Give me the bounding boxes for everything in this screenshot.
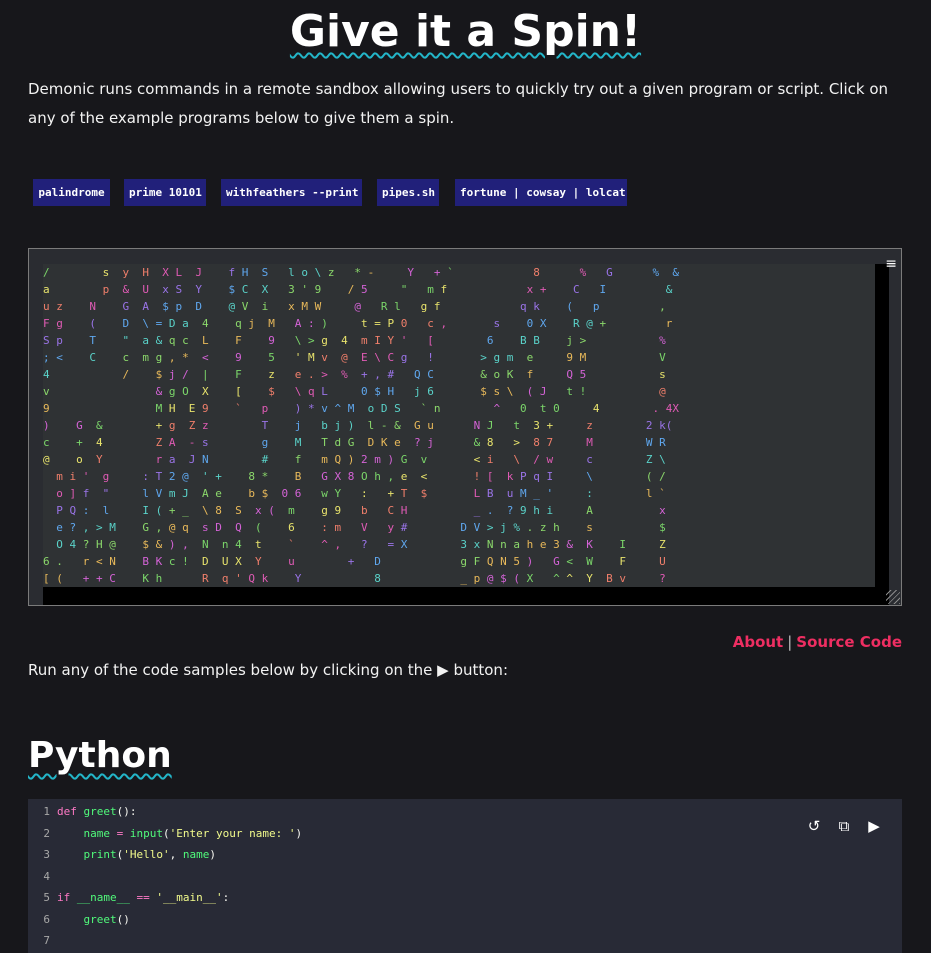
example-button-withfeathers[interactable]: withfeathers --print [221,179,362,206]
code-line: 2 name = input('Enter your name: ') [28,823,788,844]
example-button-palindrome[interactable]: palindrome [33,179,110,206]
terminal-line: v & g O X [ $ \ q L 0 $ H j 6 $ s \ ( J … [43,385,666,398]
code-editor[interactable]: 1 def greet(): 2 name = input('Enter your … [28,799,902,953]
reset-icon[interactable]: ↺ [804,816,824,836]
terminal-line: ; < C c m g , * < 9 5 ' M v @ E \ C g ! … [43,351,666,364]
terminal-line: @ o Y r a J N # f m Q ) 2 m ) G v < i \ … [43,453,666,466]
source-code-link[interactable]: Source Code [796,633,902,651]
terminal-line: m i ' g : T 2 @ ' + 8 * B G X 8 O h , e … [56,470,666,483]
line-number: 4 [43,869,50,883]
terminal-scrollbar[interactable]: ≡ [885,249,901,605]
page-title-text: Give it a Spin! [289,6,642,57]
terminal-line: o ] f " l V m J A e b $ 0 6 w Y : + T $ … [56,487,666,500]
terminal-line: 6 . r < N B K c ! D U X Y u + D g F Q N … [43,555,666,568]
about-link[interactable]: About [733,633,784,651]
terminal-line: 4 / $ j / | F z e . > % + , # Q C & o K … [43,368,666,381]
run-hint-text: Run any of the code samples below by cli… [28,661,508,679]
terminal-line: u z N G A $ p D @ V i x M W @ R l g f q … [43,300,666,313]
terminal-line: c + 4 Z A - s g M T d G D K e ? j & 8 > … [43,436,666,449]
code-line: 3 print('Hello', name) [28,844,788,865]
resize-handle-icon[interactable] [886,590,900,604]
page-title: Give it a Spin! [0,4,931,60]
terminal-line: F g ( D \ = D a 4 q j M A : ) t = P 0 c … [43,317,673,330]
terminal-line: S p T " a & q c L F 9 \ > g 4 m I Y ' [ … [43,334,666,347]
line-number: 6 [43,912,50,926]
example-button-pipes[interactable]: pipes.sh [377,179,439,206]
example-button-fortune[interactable]: fortune | cowsay | lolcat [455,179,627,206]
example-button-prime[interactable]: prime 10101 [124,179,206,206]
code-line: 4 [28,866,788,887]
line-number: 2 [43,826,50,840]
section-title-python: Python [28,732,172,780]
play-icon[interactable]: ▶ [864,816,884,836]
terminal-output[interactable]: / s y H X L J f H S l o \ z * - Y + ` 8 … [43,264,875,587]
terminal-line: e ? , > M G , @ q s D Q ( 6 : m V y # D … [56,521,666,534]
terminal-window[interactable]: / s y H X L J f H S l o \ z * - Y + ` 8 … [28,248,902,606]
line-number: 3 [43,848,50,861]
code-line: 6 greet() [28,909,788,930]
line-number: 1 [43,805,50,818]
page: Give it a Spin! Demonic runs commands in… [0,0,931,953]
terminal-right-edge [875,264,889,587]
terminal-line: / s y H X L J f H S l o \ z * - Y + ` 8 … [43,266,679,279]
terminal-line: ) G & + g Z z T j b j ) l - & G u N J t … [43,419,673,432]
code-line: 1 def greet(): [28,801,788,822]
link-separator: | [787,633,793,651]
terminal-bottom-edge [43,587,889,605]
terminal-line: O 4 ? H @ $ & ) , N n 4 t ` ^ , ? = X 3 … [56,538,666,551]
line-number: 5 [43,891,50,904]
code-line: 5 if __name__ == '__main__': [28,887,788,908]
terminal-line: [ ( + + C K h R q ' Q k Y 8 _ p @ $ ( X … [43,572,666,585]
terminal-line: P Q : l I ( + _ \ 8 S x ( m g 9 b C H _ … [56,504,666,517]
copy-icon[interactable]: ⧉ [834,816,854,836]
code-line: 7 [28,930,788,951]
hamburger-icon[interactable]: ≡ [885,257,897,271]
terminal-line: a p & U x S Y $ C X 3 ' 9 / 5 " m f x + … [43,283,673,296]
terminal-line: 9 M H E 9 ` p ) * v ^ M o D S ` n ^ 0 t … [43,402,679,415]
section-title-text: Python [28,735,172,776]
intro-text: Demonic runs commands in a remote sandbo… [28,80,889,127]
code-toolbar: ↺ ⧉ ▶ [794,816,884,836]
terminal-top-bar [43,249,889,264]
line-number: 7 [43,934,50,947]
footer-links: About | Source Code [733,632,902,652]
